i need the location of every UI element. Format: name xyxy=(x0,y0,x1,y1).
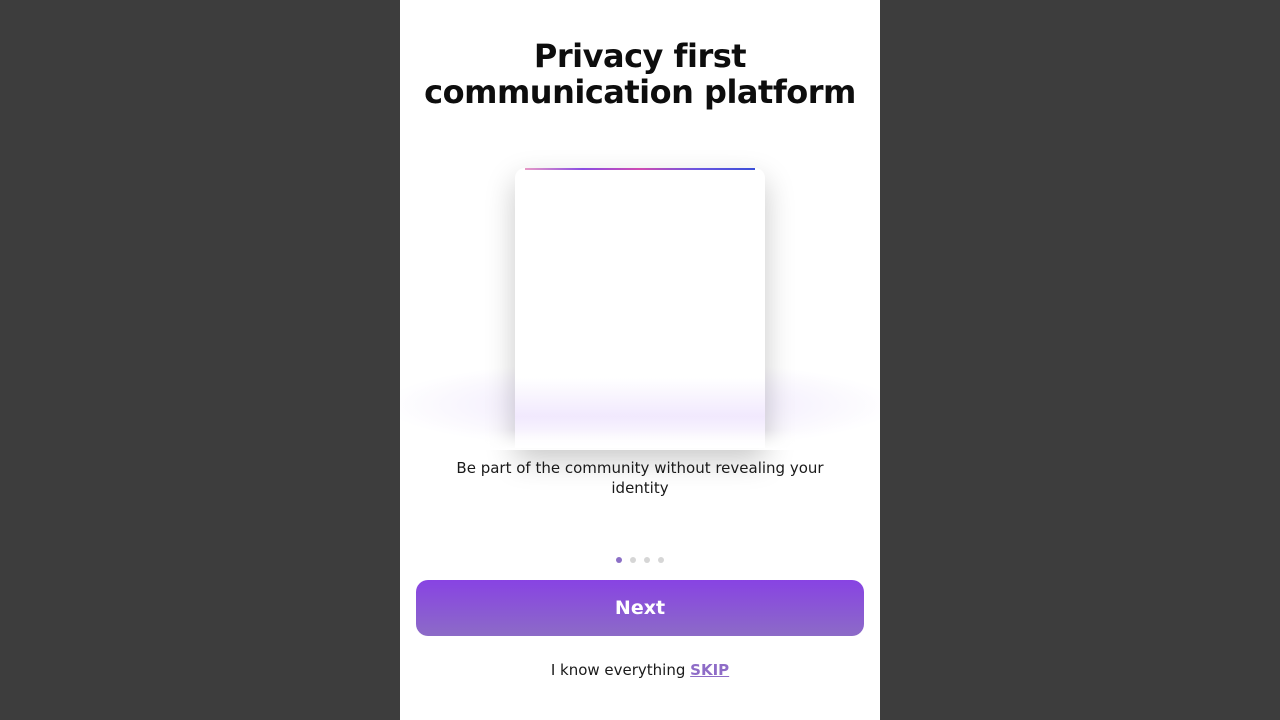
page-title-line-2: communication platform xyxy=(424,73,856,111)
onboarding-screen: Privacy first communication platform Be … xyxy=(400,0,880,720)
slide-description: Be part of the community without reveali… xyxy=(456,459,824,497)
skip-row: I know everything SKIP xyxy=(400,660,880,680)
pagination-dot-1[interactable] xyxy=(616,557,622,563)
page-title-line-1: Privacy first xyxy=(533,37,747,75)
pagination-dots xyxy=(400,557,880,565)
next-button[interactable]: Next xyxy=(416,580,864,636)
pagination-dot-4[interactable] xyxy=(658,557,664,563)
skip-link[interactable]: SKIP xyxy=(690,661,729,679)
illustration-card xyxy=(515,168,765,448)
illustration-bottom-fade xyxy=(400,430,880,450)
skip-prompt-text: I know everything xyxy=(550,661,691,679)
pagination-dot-2[interactable] xyxy=(630,557,636,563)
illustration-card-accent-stripe xyxy=(525,168,755,170)
page-title: Privacy first communication platform xyxy=(400,38,880,110)
pagination-dot-3[interactable] xyxy=(644,557,650,563)
